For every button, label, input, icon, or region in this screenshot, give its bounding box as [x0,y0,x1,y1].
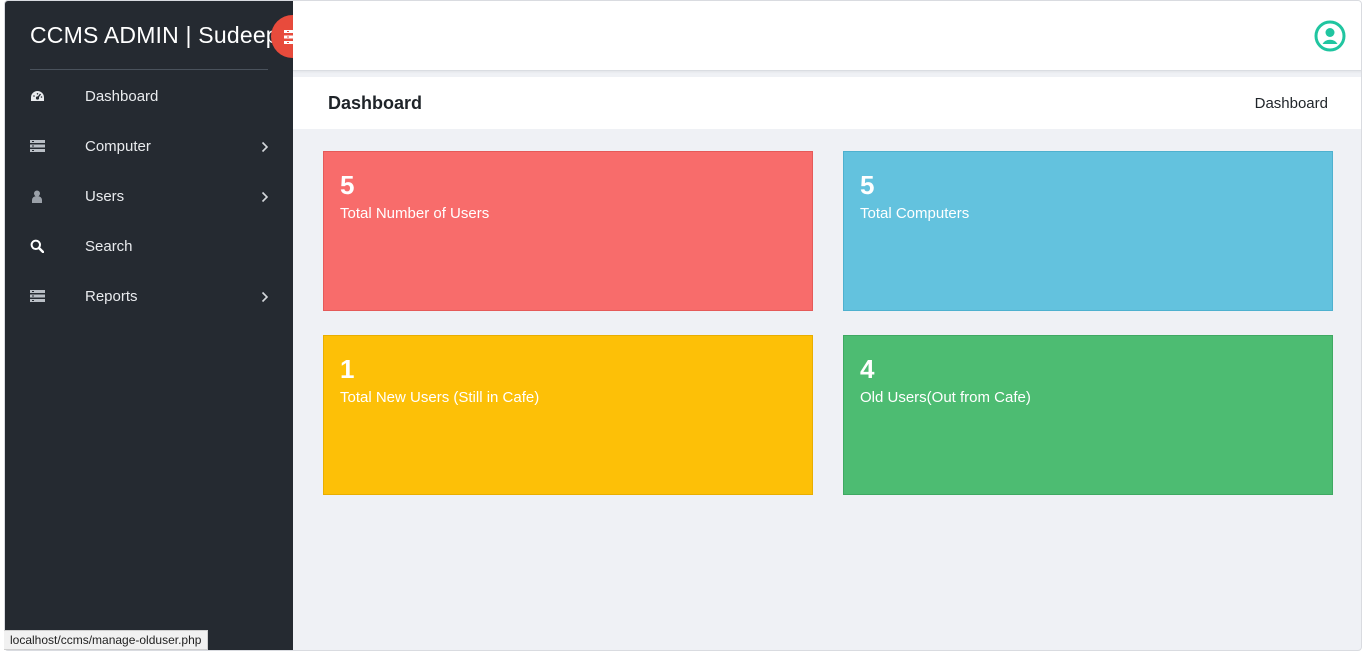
sidebar-item-label: Search [85,237,133,255]
app-window: CCMS ADMIN | Sudeep Dashboard Computer U… [4,0,1362,651]
page-title: Dashboard [328,93,423,113]
sidebar-item-computer[interactable]: Computer [5,121,293,171]
stat-card-old-users[interactable]: 4 Old Users(Out from Cafe) [843,335,1333,495]
server-icon [29,139,45,153]
chevron-right-icon [261,290,269,308]
search-icon [29,239,45,253]
sidebar-item-users[interactable]: Users [5,171,293,221]
stat-label: Total Computers [860,205,970,222]
top-bar [293,1,1361,71]
stat-value: 5 [860,170,875,200]
sidebar-nav: Dashboard Computer Users Search Reports [5,71,293,321]
stat-value: 5 [340,170,355,200]
stat-card-total-users[interactable]: 5 Total Number of Users [323,151,813,311]
dashboard-gauge-icon [29,89,45,103]
breadcrumb[interactable]: Dashboard [1255,95,1328,112]
stat-label: Old Users(Out from Cafe) [860,389,1031,406]
chevron-right-icon [261,140,269,158]
chevron-right-icon [261,190,269,208]
stat-value: 1 [340,354,355,384]
sidebar-item-dashboard[interactable]: Dashboard [5,71,293,121]
sidebar: CCMS ADMIN | Sudeep Dashboard Computer U… [5,1,314,650]
sidebar-item-label: Computer [85,137,151,155]
sidebar-item-label: Dashboard [85,87,159,105]
sidebar-item-label: Users [85,187,125,205]
stat-value: 4 [860,354,875,384]
user-icon [29,189,45,203]
stat-label: Total New Users (Still in Cafe) [340,389,540,406]
stat-card-new-users[interactable]: 1 Total New Users (Still in Cafe) [323,335,813,495]
browser-status-url: localhost/ccms/manage-olduser.php [4,630,209,650]
stat-label: Total Number of Users [340,205,490,222]
server-icon [29,289,45,303]
brand-title: CCMS ADMIN | Sudeep [30,22,279,48]
user-account-icon[interactable] [1314,20,1346,52]
page-header: Dashboard Dashboard [293,77,1361,129]
sidebar-item-search[interactable]: Search [5,221,293,271]
brand-divider [30,69,268,70]
sidebar-item-reports[interactable]: Reports [5,271,293,321]
stat-card-total-computers[interactable]: 5 Total Computers [843,151,1333,311]
sidebar-item-label: Reports [85,287,138,305]
